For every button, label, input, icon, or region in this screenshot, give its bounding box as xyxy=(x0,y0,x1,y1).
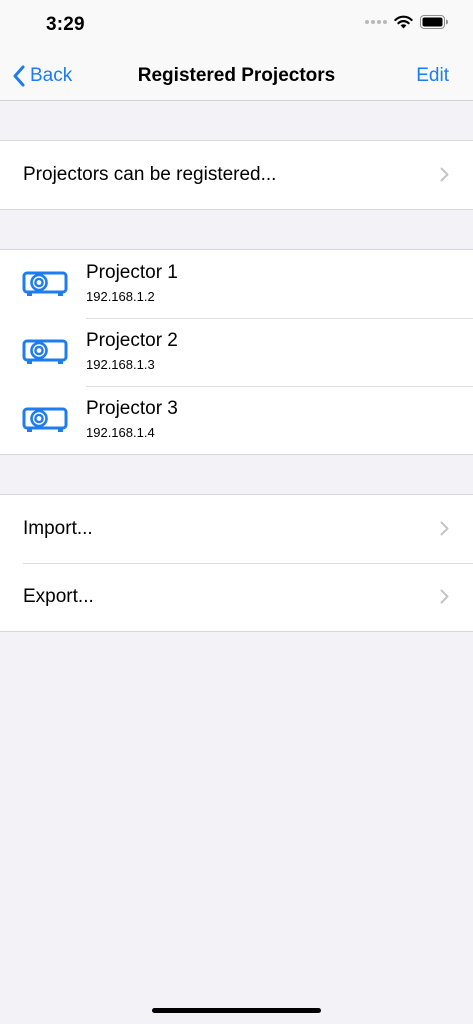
projector-row-2[interactable]: Projector 2 192.168.1.3 xyxy=(0,318,473,386)
projector-name: Projector 1 xyxy=(86,262,178,283)
projector-name: Projector 2 xyxy=(86,330,178,351)
status-time: 3:29 xyxy=(46,14,85,35)
home-indicator[interactable] xyxy=(152,1008,321,1013)
register-info-row[interactable]: Projectors can be registered... xyxy=(0,141,473,209)
projector-name: Projector 3 xyxy=(86,398,178,419)
edit-button[interactable]: Edit xyxy=(416,65,449,87)
chevron-right-icon xyxy=(440,167,449,182)
navigation-bar: Back Registered Projectors Edit xyxy=(0,52,473,101)
projector-icon xyxy=(22,271,68,296)
info-section: Projectors can be registered... xyxy=(0,140,473,210)
chevron-right-icon xyxy=(440,521,449,536)
wifi-icon xyxy=(394,15,413,29)
projector-icon xyxy=(22,407,68,432)
projector-row-1[interactable]: Projector 1 192.168.1.2 xyxy=(0,250,473,318)
projector-icon xyxy=(22,339,68,364)
status-bar: 3:29 xyxy=(0,0,473,52)
battery-icon xyxy=(420,15,448,29)
projector-ip: 192.168.1.4 xyxy=(86,425,155,440)
projector-list: Projector 1 192.168.1.2 Projector 2 192.… xyxy=(0,249,473,455)
import-label: Import... xyxy=(23,518,93,539)
page-title: Registered Projectors xyxy=(137,65,336,86)
projector-ip: 192.168.1.2 xyxy=(86,289,155,304)
cellular-signal-icon xyxy=(365,20,387,24)
projector-row-3[interactable]: Projector 3 192.168.1.4 xyxy=(0,386,473,454)
chevron-right-icon xyxy=(440,589,449,604)
import-row[interactable]: Import... xyxy=(0,495,473,563)
projector-ip: 192.168.1.3 xyxy=(86,357,155,372)
actions-section: Import... Export... xyxy=(0,494,473,632)
export-row[interactable]: Export... xyxy=(0,563,473,631)
export-label: Export... xyxy=(23,586,94,607)
register-info-label: Projectors can be registered... xyxy=(23,164,277,185)
status-indicators xyxy=(365,15,449,29)
